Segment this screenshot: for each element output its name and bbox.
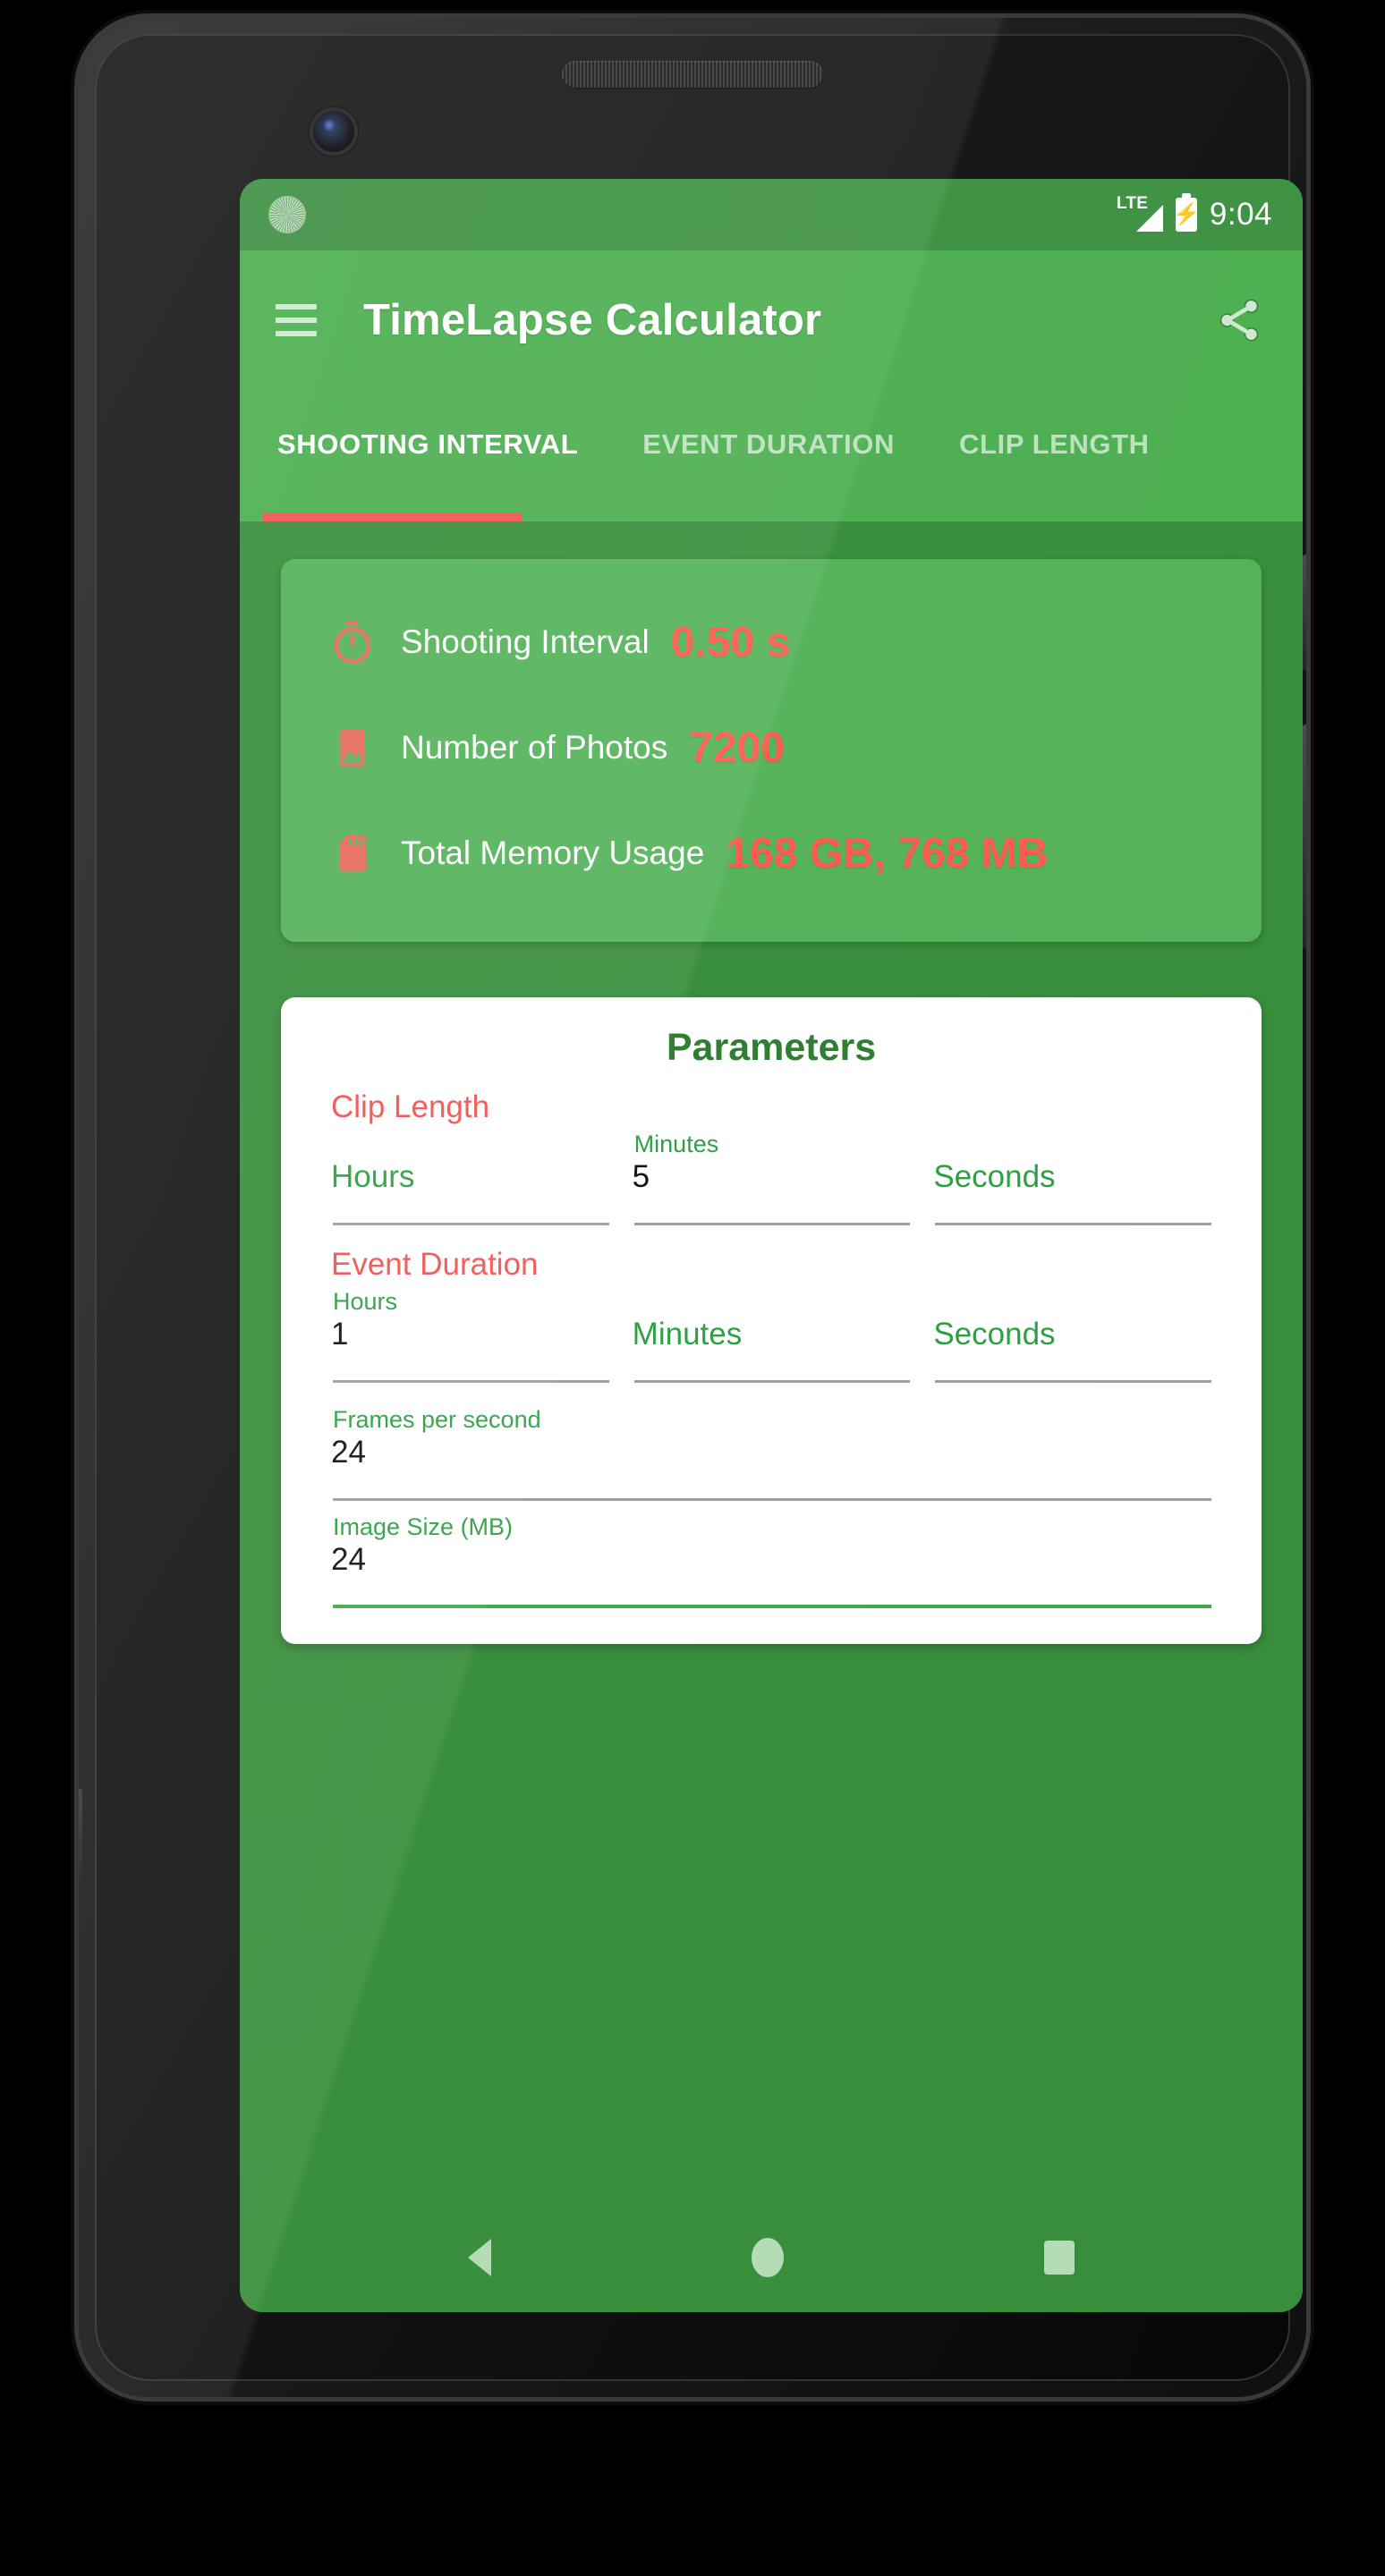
- field-underline: [935, 1380, 1212, 1383]
- result-label: Number of Photos: [401, 729, 668, 766]
- recents-square-icon[interactable]: [1043, 2241, 1075, 2275]
- field-underline: [633, 1380, 911, 1383]
- event-seconds-field[interactable]: Seconds: [933, 1286, 1212, 1383]
- clip-minutes-label: Minutes: [633, 1131, 719, 1157]
- image-size-value: 24: [331, 1542, 366, 1577]
- hamburger-line: [276, 303, 317, 309]
- field-underline: [333, 1498, 1211, 1501]
- charging-bolt-glyph: ⚡: [1172, 202, 1200, 226]
- tab-event-duration[interactable]: EVENT DURATION: [639, 428, 898, 461]
- photo-image-icon: [327, 723, 378, 773]
- result-label: Total Memory Usage: [401, 835, 705, 871]
- phone-screen: LTE ⚡ 9:04 TimeLapse Calculator SHOOTING…: [240, 179, 1303, 2312]
- result-value: 7200: [689, 724, 785, 772]
- event-seconds-placeholder: Seconds: [933, 1317, 1056, 1352]
- home-circle-icon[interactable]: [751, 2238, 784, 2277]
- results-card: Shooting Interval 0.50 s Number of Photo…: [281, 559, 1262, 942]
- frames-per-second-label: Frames per second: [333, 1406, 541, 1433]
- image-size-label: Image Size (MB): [333, 1513, 514, 1540]
- battery-charging-icon: ⚡: [1172, 193, 1200, 232]
- result-row: Number of Photos 7200: [281, 695, 1262, 801]
- result-row: Total Memory Usage 168 GB, 768 MB: [281, 801, 1262, 906]
- status-bar: LTE ⚡ 9:04: [240, 179, 1303, 250]
- frames-per-second-field[interactable]: Frames per second 24: [331, 1404, 1211, 1501]
- app-bar: TimeLapse Calculator: [240, 250, 1303, 389]
- share-icon[interactable]: [1211, 292, 1267, 348]
- result-label: Shooting Interval: [401, 623, 650, 660]
- earpiece-speaker-icon: [562, 61, 823, 88]
- app-content: Shooting Interval 0.50 s Number of Photo…: [240, 521, 1303, 2312]
- clip-minutes-value: 5: [632, 1159, 650, 1194]
- field-underline: [935, 1223, 1212, 1225]
- signal-bars-shape: [1135, 205, 1163, 232]
- result-value: 0.50 s: [670, 618, 791, 666]
- status-bar-indicators: LTE ⚡ 9:04: [1117, 193, 1272, 233]
- hamburger-line: [276, 330, 317, 336]
- active-tab-indicator: [263, 513, 523, 521]
- event-duration-fields: Hours 1 Minutes Seconds: [331, 1286, 1212, 1383]
- parameters-card: Parameters Clip Length Hours Minutes 5 S…: [281, 997, 1262, 1644]
- result-row: Shooting Interval 0.50 s: [281, 589, 1262, 695]
- stopwatch-icon: [327, 617, 378, 667]
- clip-seconds-field[interactable]: Seconds: [933, 1129, 1212, 1225]
- event-hours-label: Hours: [333, 1288, 398, 1315]
- front-camera-icon: [313, 111, 354, 152]
- event-hours-value: 1: [331, 1317, 349, 1352]
- side-edge-button[interactable]: [79, 1789, 82, 1896]
- event-duration-heading: Event Duration: [331, 1247, 539, 1282]
- clip-hours-placeholder: Hours: [331, 1159, 415, 1194]
- signal-triangle-icon: LTE: [1117, 194, 1163, 233]
- field-underline: [333, 1223, 609, 1225]
- frames-per-second-value: 24: [331, 1435, 366, 1470]
- back-triangle-icon[interactable]: [468, 2239, 492, 2276]
- status-dot-icon: [270, 198, 304, 232]
- event-minutes-field[interactable]: Minutes: [633, 1286, 911, 1383]
- page-title: TimeLapse Calculator: [363, 295, 822, 344]
- field-underline: [333, 1380, 609, 1383]
- hamburger-menu-icon[interactable]: [276, 303, 317, 336]
- hamburger-line: [276, 317, 317, 323]
- volume-button[interactable]: [1303, 724, 1306, 948]
- tab-bar: SHOOTING INTERVAL EVENT DURATION CLIP LE…: [240, 389, 1303, 521]
- clip-minutes-field[interactable]: Minutes 5: [633, 1129, 911, 1225]
- clip-hours-field[interactable]: Hours: [331, 1129, 609, 1225]
- event-hours-field[interactable]: Hours 1: [331, 1286, 609, 1383]
- tab-clip-length[interactable]: CLIP LENGTH: [956, 428, 1153, 461]
- tab-shooting-interval[interactable]: SHOOTING INTERVAL: [274, 428, 582, 461]
- field-underline: [633, 1223, 911, 1225]
- clip-seconds-placeholder: Seconds: [933, 1159, 1056, 1194]
- image-size-field[interactable]: Image Size (MB) 24: [331, 1512, 1211, 1608]
- field-underline-focused: [333, 1605, 1211, 1608]
- parameters-title: Parameters: [666, 1026, 877, 1069]
- clip-length-fields: Hours Minutes 5 Seconds: [331, 1129, 1212, 1225]
- status-clock: 9:04: [1209, 197, 1272, 232]
- phone-device-frame: LTE ⚡ 9:04 TimeLapse Calculator SHOOTING…: [79, 18, 1306, 2397]
- android-navigation-bar: [240, 2203, 1303, 2312]
- power-button[interactable]: [1303, 555, 1306, 671]
- event-minutes-placeholder: Minutes: [632, 1317, 743, 1352]
- sd-card-icon: [327, 828, 378, 878]
- clip-length-heading: Clip Length: [331, 1089, 490, 1124]
- result-value: 168 GB, 768 MB: [726, 829, 1049, 877]
